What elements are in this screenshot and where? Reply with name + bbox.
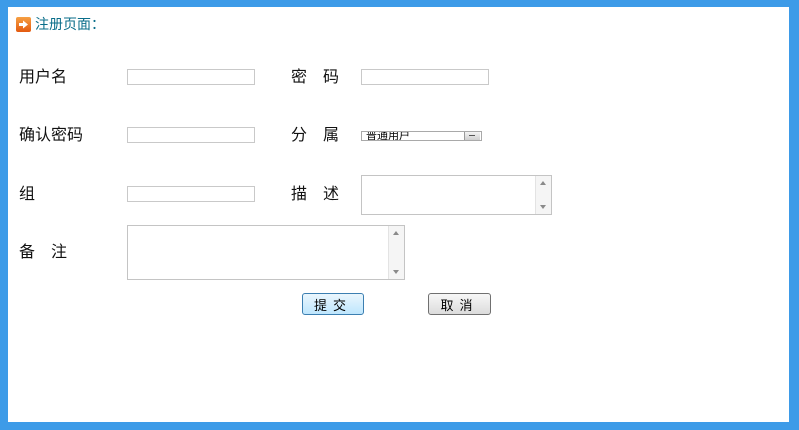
scroll-up-icon[interactable] — [393, 231, 399, 235]
password-input[interactable] — [361, 69, 489, 85]
cancel-button[interactable]: 取消 — [428, 293, 491, 315]
group-input[interactable] — [127, 186, 255, 202]
submit-button[interactable]: 提交 — [302, 293, 364, 315]
confirm-password-label: 确认密码 — [19, 125, 84, 144]
page-title: 注册页面： — [35, 17, 105, 33]
password-label: 密 码 — [291, 67, 340, 86]
arrow-right-icon — [16, 16, 31, 32]
username-label: 用户名 — [19, 67, 68, 86]
remarks-label: 备 注 — [19, 242, 68, 261]
remarks-textarea[interactable] — [127, 225, 405, 280]
description-label: 描 述 — [291, 184, 340, 203]
confirm-password-input[interactable] — [127, 127, 255, 143]
page-header: 注册页面： — [16, 14, 105, 34]
division-label: 分 属 — [291, 125, 340, 144]
scroll-down-icon[interactable] — [393, 270, 399, 274]
dropdown-icon — [469, 135, 475, 136]
scroll-down-icon[interactable] — [540, 205, 546, 209]
division-selected-value: 普通用户 — [366, 131, 410, 141]
description-textarea[interactable] — [361, 175, 552, 215]
scroll-up-icon[interactable] — [540, 181, 546, 185]
division-select[interactable]: 普通用户 — [361, 131, 482, 141]
dropdown-button[interactable] — [464, 132, 480, 140]
description-scrollbar[interactable] — [535, 176, 551, 214]
username-input[interactable] — [127, 69, 255, 85]
group-label: 组 — [19, 184, 36, 203]
remarks-scrollbar[interactable] — [388, 226, 404, 279]
form-panel: 注册页面： 用户名 密 码 确认密码 分 属 普通用户 组 描 述 备 注 提交… — [8, 7, 789, 422]
